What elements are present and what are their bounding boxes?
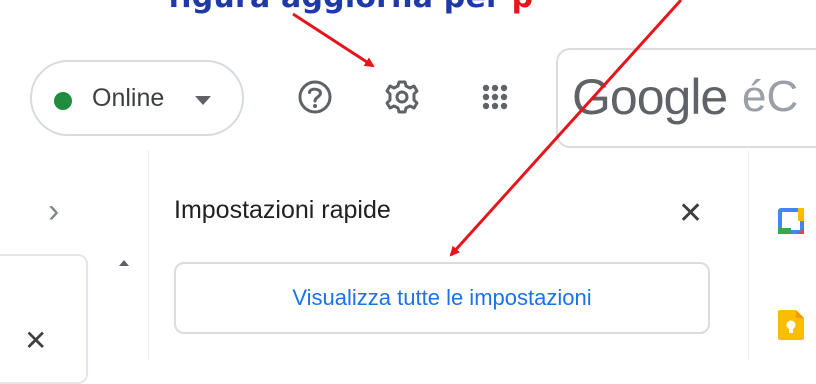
google-logo-text: Google [572,69,728,125]
keep-icon[interactable] [778,310,804,340]
annotation-caption: figura aggiorna per p [168,0,533,15]
chevron-right-icon[interactable]: › [48,192,59,231]
settings-gear-icon[interactable] [379,74,425,120]
status-label: Online [92,84,165,112]
quick-settings-close-icon[interactable]: ✕ [678,196,703,231]
annotation-caption-blue: figura aggiorna per [168,0,501,15]
quick-settings-title: Impostazioni rapide [174,196,391,224]
calendar-icon[interactable] [778,208,804,234]
status-dropdown[interactable]: Online [30,60,244,136]
status-online-dot [54,92,72,110]
left-panel-card [0,254,88,384]
chevron-down-icon [195,96,211,105]
help-icon[interactable] [292,74,338,120]
google-account-logo-box[interactable]: Google éC [556,48,816,148]
view-all-settings-button[interactable]: Visualizza tutte le impostazioni [174,262,710,334]
scroll-up-arrow-icon[interactable] [119,260,129,266]
close-icon[interactable]: ✕ [24,324,47,357]
org-logo-text: éC [742,72,799,121]
panel-divider [148,150,149,360]
arrow-to-settings [292,12,375,68]
apps-grid-icon[interactable] [472,74,518,120]
annotation-caption-red: p [512,0,534,15]
view-all-settings-label: Visualizza tutte le impostazioni [292,285,592,310]
